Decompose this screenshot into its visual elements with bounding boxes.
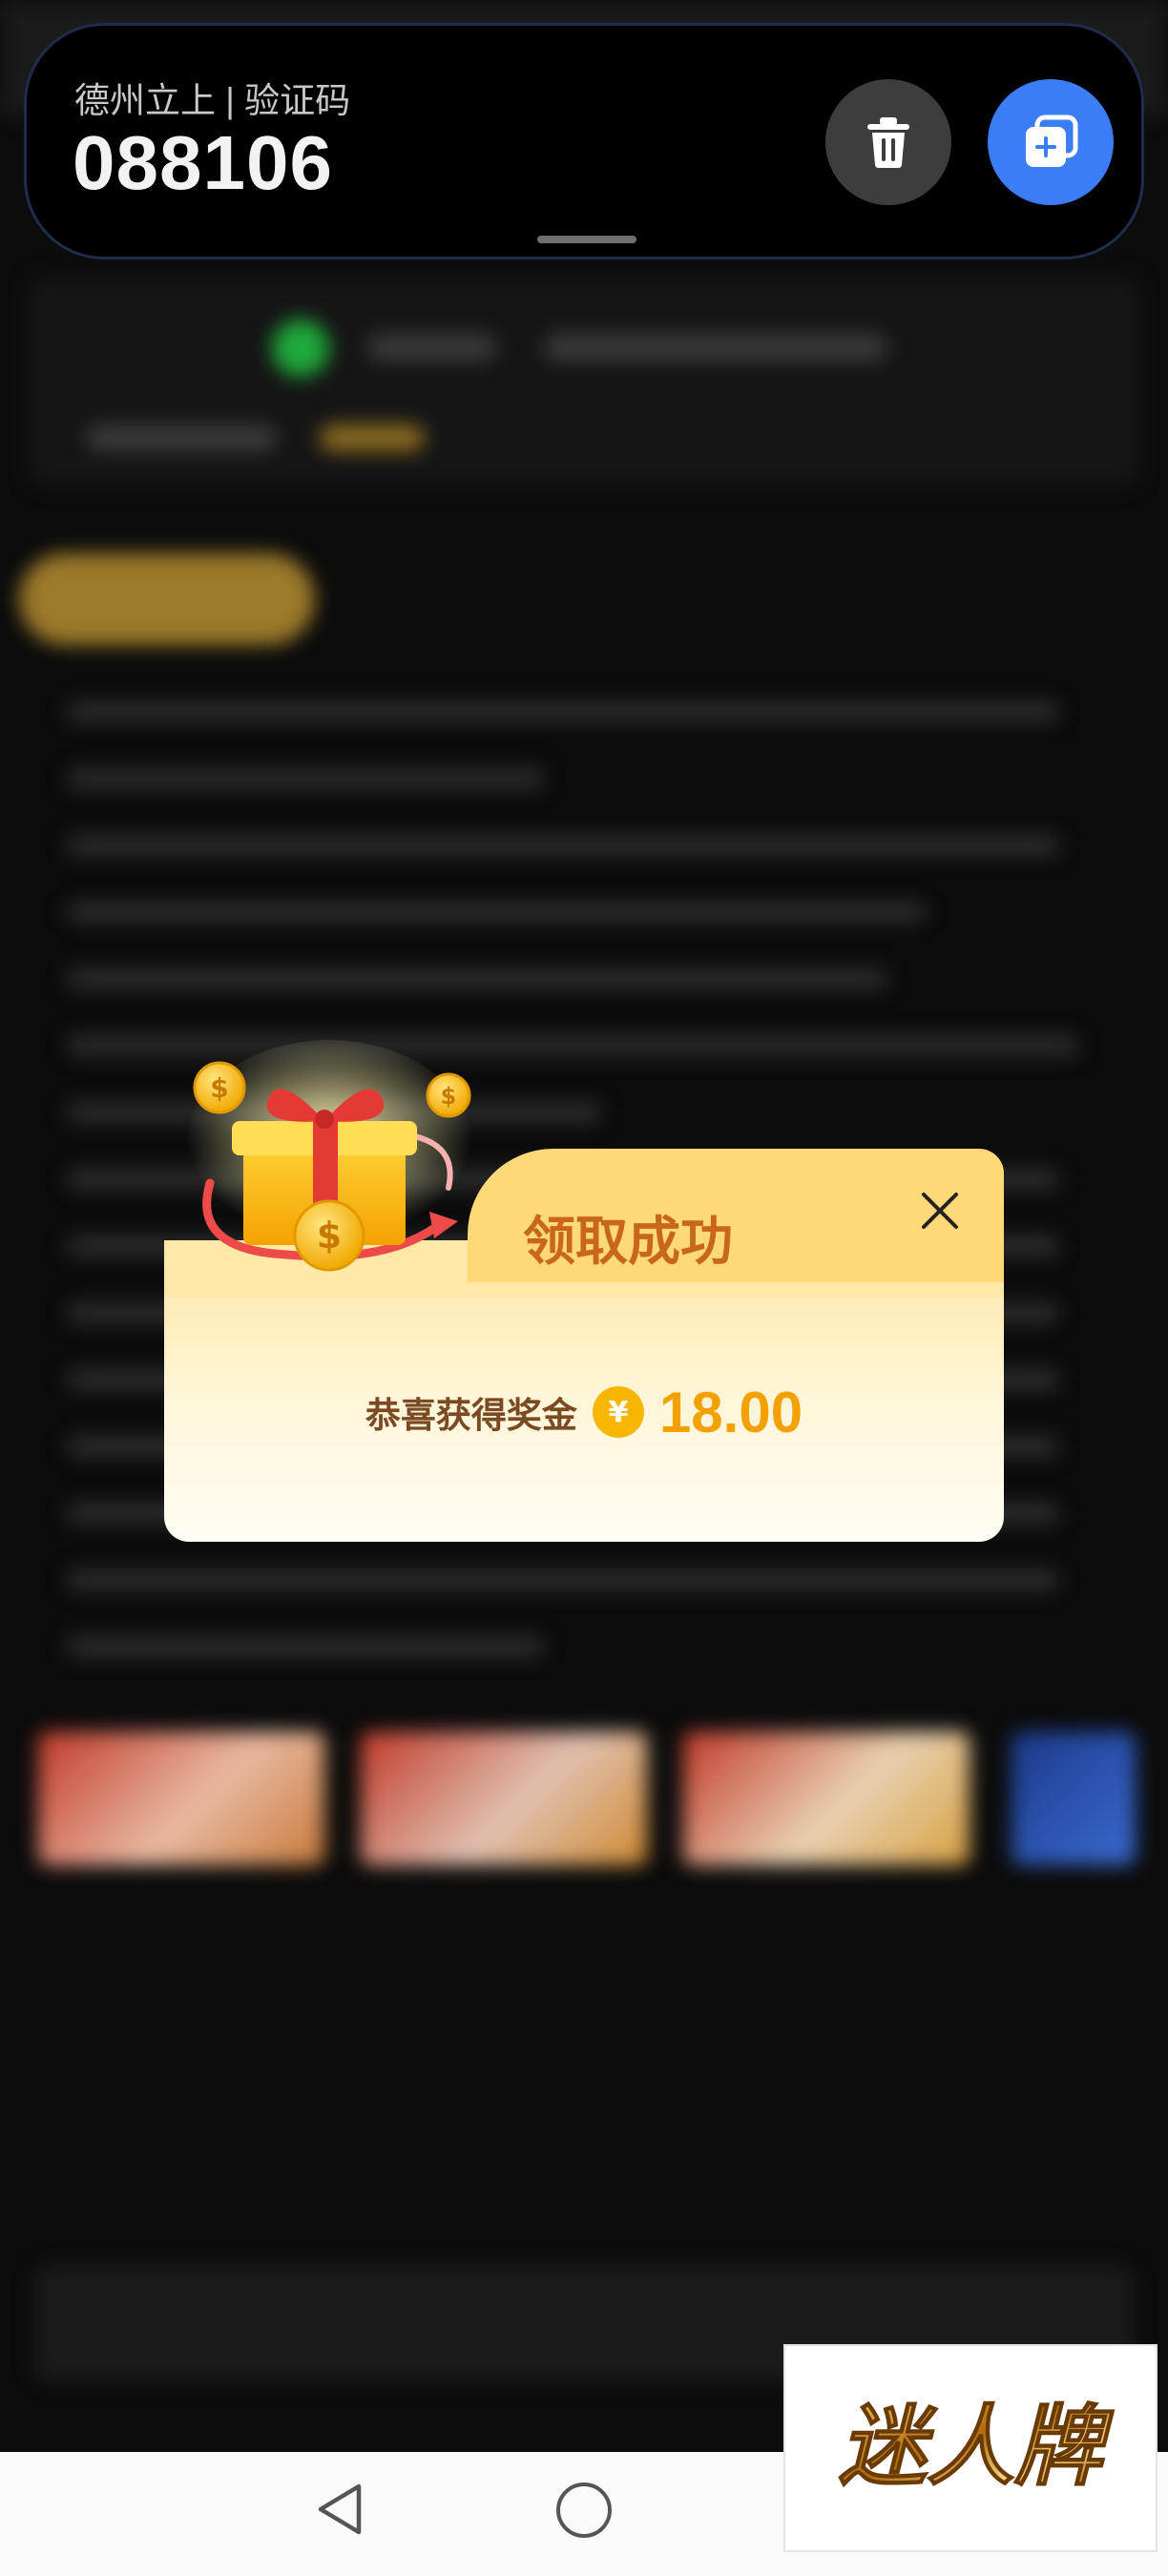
gift-box-coins-illustration: $ $ $ xyxy=(186,1040,472,1272)
background-thumbnail xyxy=(683,1732,970,1865)
copy-add-icon xyxy=(1026,114,1078,167)
verification-code[interactable]: 088106 xyxy=(73,119,333,207)
reward-label: 恭喜获得奖金 xyxy=(365,1395,577,1436)
background-thumbnail xyxy=(1012,1732,1136,1865)
reward-row: 恭喜获得奖金 ¥ 18.00 xyxy=(164,1374,1004,1450)
back-triangle-icon[interactable] xyxy=(313,2481,366,2538)
background-text-bar xyxy=(86,425,277,451)
svg-text:$: $ xyxy=(317,1215,342,1257)
close-icon xyxy=(922,1193,958,1229)
background-text-line xyxy=(67,1636,544,1657)
trash-icon xyxy=(867,117,909,168)
home-circle-icon[interactable] xyxy=(556,2483,612,2538)
popup-title: 领取成功 xyxy=(523,1211,734,1272)
background-section-tag xyxy=(19,553,315,645)
drag-handle[interactable] xyxy=(537,236,636,243)
background-thumbnail xyxy=(361,1732,647,1865)
yen-coin-icon: ¥ xyxy=(592,1386,644,1438)
reward-amount: 18.00 xyxy=(658,1380,803,1444)
background-thumbnail xyxy=(38,1732,324,1865)
background-text-bar xyxy=(320,425,425,451)
background-text-line xyxy=(67,1569,1059,1590)
background-text-line xyxy=(67,968,887,989)
background-text-bar xyxy=(367,334,496,361)
svg-text:$: $ xyxy=(210,1072,228,1104)
background-text-line xyxy=(67,768,544,789)
delete-button[interactable] xyxy=(825,79,951,205)
background-header-card xyxy=(29,277,1139,487)
copy-code-button[interactable] xyxy=(988,79,1114,205)
background-text-line xyxy=(67,835,1059,856)
svg-text:$: $ xyxy=(441,1083,457,1110)
close-button[interactable] xyxy=(916,1187,964,1235)
background-status-dot xyxy=(272,320,329,377)
verification-code-notification[interactable]: 德州立上 | 验证码 088106 xyxy=(24,23,1144,260)
watermark-logo: 迷人牌 xyxy=(783,2344,1158,2552)
watermark-logo-art: 迷人牌 xyxy=(838,2394,1116,2499)
watermark-text: 迷人牌 xyxy=(839,2395,1115,2498)
notification-title: 德州立上 | 验证码 xyxy=(74,81,351,120)
background-text-line xyxy=(67,902,926,923)
background-text-line xyxy=(67,701,1059,722)
background-text-bar xyxy=(544,334,887,361)
